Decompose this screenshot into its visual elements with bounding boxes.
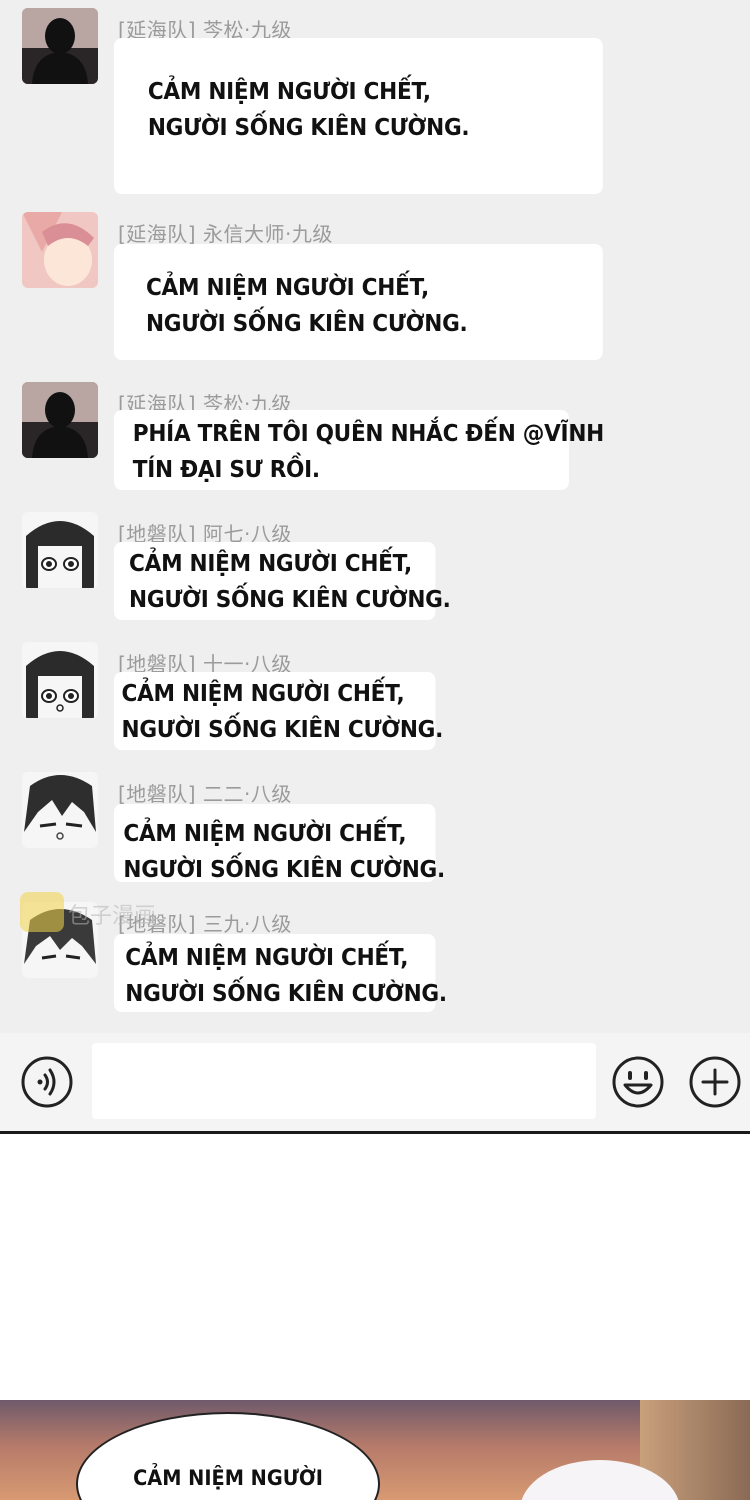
sender-name: [地磐队] 二二·八级: [118, 782, 292, 806]
message-line: NGƯỜI SỐNG KIÊN CƯỜNG.: [125, 981, 447, 1007]
chat-message-list[interactable]: [延海队] 芩松·九级 CẢM NIỆM NGƯỜI CHẾT, NGƯỜI S…: [0, 0, 750, 1033]
sender-avatar[interactable]: [22, 8, 98, 84]
message-bubble[interactable]: CẢM NIỆM NGƯỜI CHẾT, NGƯỜI SỐNG KIÊN CƯỜ…: [114, 934, 447, 1012]
emoji-button[interactable]: [611, 1055, 665, 1109]
message-line: TÍN ĐẠI SƯ RỒI.: [132, 457, 320, 483]
message-line: NGƯỜI SỐNG KIÊN CƯỜNG.: [129, 587, 451, 613]
message-bubble[interactable]: CẢM NIỆM NGƯỜI CHẾT, NGƯỜI SỐNG KIÊN CƯỜ…: [114, 672, 444, 750]
message-line: CẢM NIỆM NGƯỜI CHẾT,: [123, 821, 407, 847]
voice-button[interactable]: [20, 1055, 74, 1109]
speech-text: CẢM NIỆM NGƯỜI: [133, 1466, 323, 1490]
anime-girl-avatar-icon: [22, 642, 98, 718]
sender-avatar[interactable]: [22, 212, 98, 288]
message-line: CẢM NIỆM NGƯỜI CHẾT,: [121, 681, 405, 707]
sender-avatar[interactable]: [22, 512, 98, 588]
sender-avatar[interactable]: [22, 382, 98, 458]
bun-logo-icon: [20, 892, 64, 932]
message-line: NGƯỜI SỐNG KIÊN CƯỜNG.: [147, 115, 470, 141]
sender-avatar[interactable]: [22, 772, 98, 848]
anime-girl-avatar-icon: [22, 512, 98, 588]
divider: [0, 1131, 750, 1134]
message-line: CẢM NIỆM NGƯỜI CHẾT,: [129, 551, 412, 577]
plus-button[interactable]: [688, 1055, 742, 1109]
message-line: NGƯỜI SỐNG KIÊN CƯỜNG.: [145, 311, 468, 337]
pink-anime-avatar-icon: [22, 212, 98, 288]
message-line: CẢM NIỆM NGƯỜI CHẾT,: [145, 275, 429, 301]
sender-name: [延海队] 永信大师·九级: [118, 222, 333, 246]
silhouette-avatar-icon: [22, 8, 98, 84]
message-bubble[interactable]: CẢM NIỆM NGƯỜI CHẾT, NGƯỜI SỐNG KIÊN CƯỜ…: [114, 542, 451, 620]
message-line: CẢM NIỆM NGƯỜI CHẾT,: [125, 945, 409, 971]
anime-boy-avatar-icon: [22, 772, 98, 848]
message-bubble[interactable]: PHÍA TRÊN TÔI QUÊN NHẮC ĐẾN @VĨNH TÍN ĐẠ…: [114, 410, 604, 490]
message-line: NGƯỜI SỐNG KIÊN CƯỜNG.: [123, 857, 445, 883]
chat-input-bar: [0, 1033, 750, 1134]
message-input[interactable]: [92, 1043, 596, 1119]
sender-avatar[interactable]: [22, 642, 98, 718]
smiley-icon: [612, 1056, 664, 1108]
voice-icon: [21, 1056, 73, 1108]
message-bubble[interactable]: CẢM NIỆM NGƯỜI CHẾT, NGƯỜI SỐNG KIÊN CƯỜ…: [114, 804, 445, 883]
speech-bubble: CẢM NIỆM NGƯỜI: [76, 1412, 380, 1500]
message-bubble[interactable]: CẢM NIỆM NGƯỜI CHẾT, NGƯỜI SỐNG KIÊN CƯỜ…: [114, 38, 603, 194]
watermark-text: 包子漫画: [68, 904, 157, 929]
next-comic-panel: CẢM NIỆM NGƯỜI: [0, 1400, 750, 1500]
message-bubble[interactable]: CẢM NIỆM NGƯỜI CHẾT, NGƯỜI SỐNG KIÊN CƯỜ…: [114, 244, 603, 360]
message-line: NGƯỜI SỐNG KIÊN CƯỜNG.: [121, 717, 444, 743]
plus-icon: [689, 1056, 741, 1108]
watermark: 包子漫画: [20, 892, 220, 932]
message-line: CẢM NIỆM NGƯỜI CHẾT,: [147, 79, 431, 105]
message-line: PHÍA TRÊN TÔI QUÊN NHẮC ĐẾN @VĨNH: [132, 421, 604, 447]
silhouette-avatar-icon: [22, 382, 98, 458]
